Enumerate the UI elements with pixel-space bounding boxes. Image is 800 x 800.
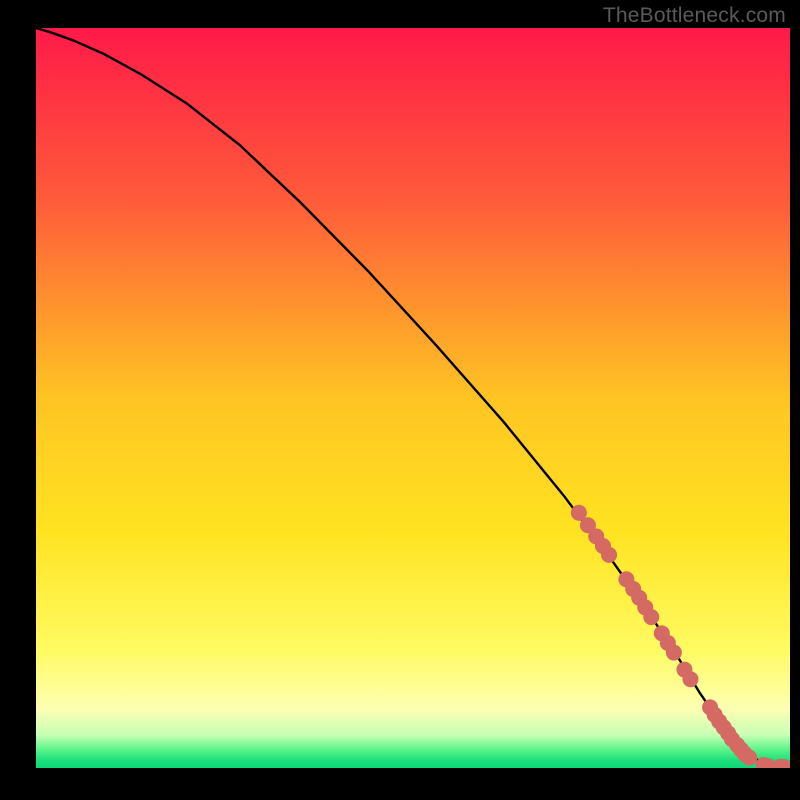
- marker-point: [601, 547, 617, 563]
- watermark-text: TheBottleneck.com: [603, 4, 786, 28]
- marker-point: [643, 609, 659, 625]
- plot-svg: [36, 28, 790, 768]
- marker-point: [682, 671, 698, 687]
- chart-frame: TheBottleneck.com: [0, 0, 800, 800]
- plot-area: [36, 28, 790, 768]
- marker-point: [666, 645, 682, 661]
- marker-point: [741, 750, 757, 766]
